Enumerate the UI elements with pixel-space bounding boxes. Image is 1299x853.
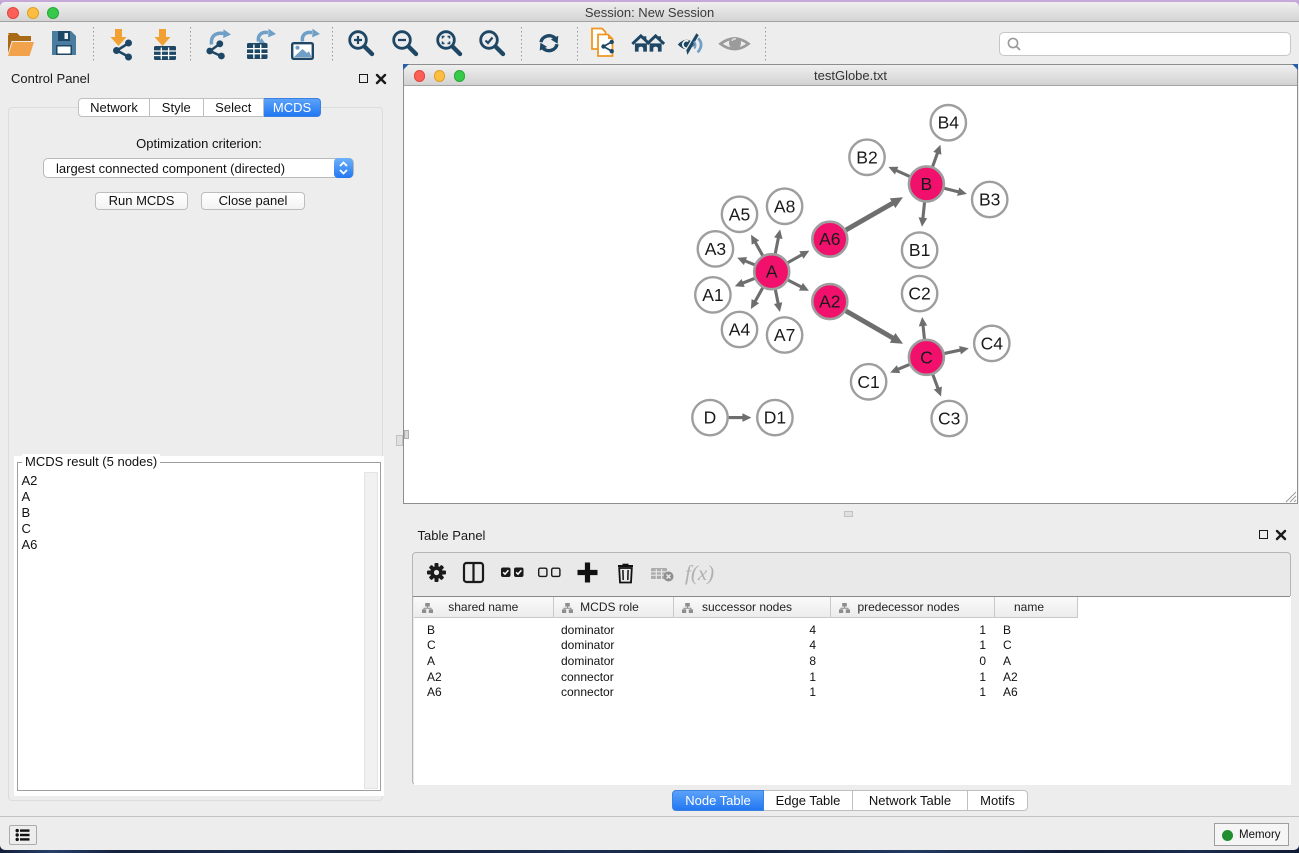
svg-text:D1: D1 — [764, 408, 786, 428]
svg-text:A7: A7 — [774, 325, 795, 345]
svg-text:C: C — [920, 347, 933, 367]
svg-text:B1: B1 — [909, 240, 930, 260]
svg-text:C2: C2 — [908, 284, 930, 304]
svg-text:A8: A8 — [774, 196, 795, 216]
svg-text:A: A — [766, 262, 778, 282]
svg-text:f(x): f(x) — [685, 561, 714, 585]
svg-text:D: D — [704, 408, 717, 428]
svg-text:C1: C1 — [857, 372, 879, 392]
svg-text:B2: B2 — [856, 147, 877, 167]
svg-text:B3: B3 — [979, 190, 1000, 210]
svg-text:A4: A4 — [729, 320, 751, 340]
svg-text:B: B — [921, 174, 933, 194]
svg-text:A6: A6 — [819, 229, 840, 249]
svg-text:B4: B4 — [938, 113, 960, 133]
svg-text:C3: C3 — [938, 409, 960, 429]
svg-text:A3: A3 — [705, 239, 726, 259]
svg-text:A5: A5 — [729, 204, 750, 224]
svg-text:C4: C4 — [981, 333, 1004, 353]
svg-text:A1: A1 — [702, 285, 723, 305]
svg-text:A2: A2 — [819, 292, 840, 312]
